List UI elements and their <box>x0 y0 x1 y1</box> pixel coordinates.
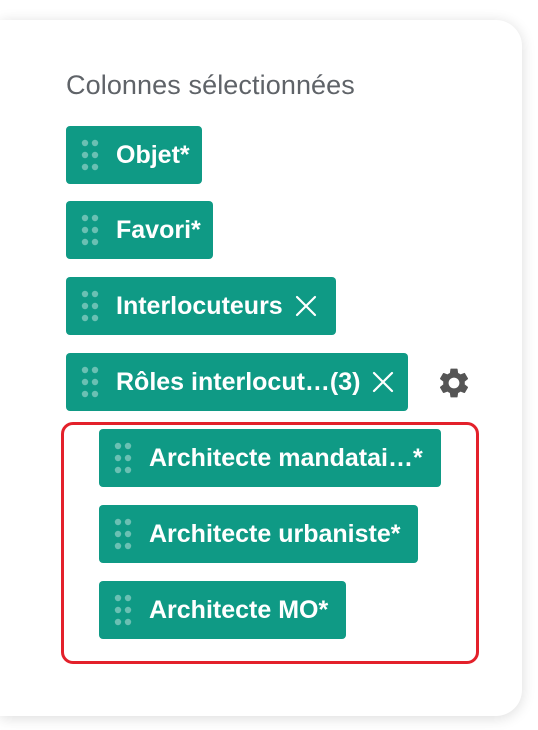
sub-chip-architecte-urbaniste[interactable]: Architecte urbaniste* <box>99 505 418 563</box>
panel-title: Colonnes sélectionnées <box>66 70 355 100</box>
drag-handle-icon[interactable] <box>80 289 102 323</box>
chip-label: Favori* <box>116 215 201 244</box>
drag-handle-icon[interactable] <box>80 138 102 172</box>
drag-handle-icon[interactable] <box>80 365 102 399</box>
chip-label: Interlocuteurs <box>116 291 283 320</box>
column-chip-favori[interactable]: Favori* <box>66 201 213 259</box>
chip-label: Architecte MO* <box>149 595 329 624</box>
sub-chip-architecte-mo[interactable]: Architecte MO* <box>99 581 346 639</box>
chip-label: Architecte mandatai…* <box>149 443 423 472</box>
column-chip-interlocuteurs[interactable]: Interlocuteurs <box>66 277 336 335</box>
sub-chip-architecte-mandataire[interactable]: Architecte mandatai…* <box>99 429 441 487</box>
chip-label: Rôles interlocut…(3) <box>116 367 361 396</box>
drag-handle-icon[interactable] <box>113 441 135 475</box>
drag-handle-icon[interactable] <box>113 517 135 551</box>
close-icon[interactable] <box>372 371 394 393</box>
close-icon[interactable] <box>295 295 317 317</box>
column-chip-objet[interactable]: Objet* <box>66 126 202 184</box>
drag-handle-icon[interactable] <box>113 593 135 627</box>
drag-handle-icon[interactable] <box>80 213 102 247</box>
gear-icon[interactable] <box>436 365 472 401</box>
chip-label: Architecte urbaniste* <box>149 519 401 548</box>
chip-label: Objet* <box>116 140 190 169</box>
column-chip-roles-interlocuteurs[interactable]: Rôles interlocut…(3) <box>66 353 408 411</box>
